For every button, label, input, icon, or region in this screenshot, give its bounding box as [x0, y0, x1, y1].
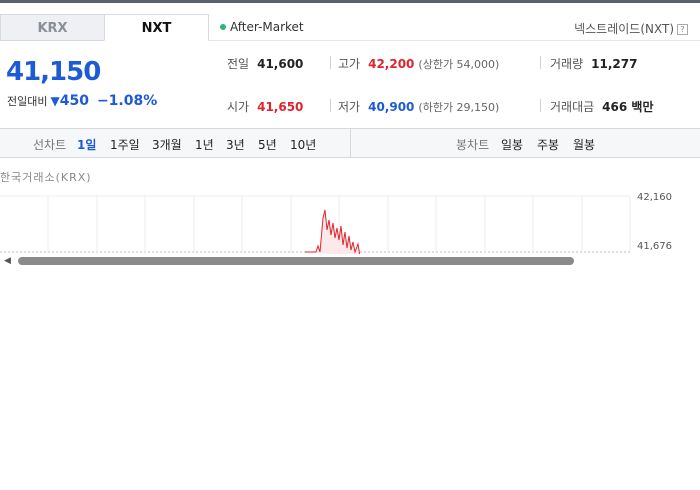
stat-divider — [330, 56, 331, 69]
stat-label: 저가 — [338, 100, 361, 114]
nxt-info-link[interactable]: 넥스트레이드(NXT)? — [574, 20, 688, 37]
tab-nxt[interactable]: NXT — [104, 14, 209, 41]
period-1y[interactable]: 1년 — [195, 136, 214, 153]
change-value: 450 — [59, 93, 89, 109]
period-3y[interactable]: 3년 — [226, 136, 245, 153]
intraday-chart: 42,160 41,676 — [0, 190, 700, 256]
period-1d[interactable]: 1일 — [77, 136, 96, 153]
horizontal-scrollbar[interactable]: ◀ — [0, 254, 700, 268]
price-change-row: 전일대비 ▼450 −1.08% — [7, 93, 157, 109]
stat-value: 466 백만 — [602, 100, 654, 114]
current-price: 41,150 — [6, 57, 101, 87]
down-triangle-icon: ▼ — [50, 94, 60, 108]
chart-title: 한국거래소(KRX) — [0, 171, 92, 184]
status-dot-icon — [220, 24, 226, 30]
stat-open: 시가 41,650 — [227, 98, 303, 115]
period-daily-candle[interactable]: 일봉 — [501, 136, 523, 153]
stat-lower-limit: (하한가 29,150) — [418, 101, 500, 114]
period-weekly-candle[interactable]: 주봉 — [537, 136, 559, 153]
market-status-text: After-Market — [230, 20, 304, 34]
change-percent: −1.08% — [96, 93, 158, 109]
period-divider — [350, 129, 351, 157]
stat-upper-limit: (상한가 54,000) — [418, 58, 500, 71]
period-3m[interactable]: 3개월 — [152, 136, 182, 153]
stat-value: 41,650 — [257, 100, 304, 114]
y-label-high: 42,160 — [637, 192, 672, 203]
stat-label: 전일 — [227, 57, 250, 71]
stat-label: 거래량 — [550, 57, 584, 71]
tab-underline — [209, 40, 700, 41]
stat-label: 고가 — [338, 57, 361, 71]
stat-value: 42,200 — [368, 57, 415, 71]
scroll-left-arrow-icon[interactable]: ◀ — [4, 256, 11, 266]
period-5y[interactable]: 5년 — [258, 136, 277, 153]
candle-chart-label: 봉차트 — [456, 138, 490, 152]
stat-label: 시가 — [227, 100, 250, 114]
stat-value: 41,600 — [257, 57, 304, 71]
stat-divider — [540, 99, 541, 112]
chart-period-bar: 선차트 1일 1주일 3개월 1년 3년 5년 10년 봉차트 일봉 주봉 월봉 — [0, 128, 700, 158]
nxt-link-text[interactable]: 넥스트레이드(NXT) — [574, 22, 674, 36]
top-border — [0, 0, 700, 3]
stat-turnover: 거래대금 466 백만 — [550, 98, 653, 115]
stat-high: 고가 42,200 (상한가 54,000) — [338, 55, 499, 72]
stat-value: 11,277 — [591, 57, 638, 71]
chart-svg: 42,160 41,676 — [0, 192, 672, 256]
help-icon[interactable]: ? — [677, 24, 688, 35]
stat-divider — [330, 99, 331, 112]
scrollbar-thumb[interactable] — [18, 257, 574, 265]
exchange-tabs: KRX NXT — [0, 14, 210, 41]
price-line — [305, 209, 361, 256]
line-chart-label: 선차트 — [33, 138, 67, 152]
tab-krx[interactable]: KRX — [0, 14, 105, 41]
stat-divider — [540, 56, 541, 69]
y-label-low: 41,676 — [637, 241, 672, 252]
period-1w[interactable]: 1주일 — [110, 136, 140, 153]
stat-prev-close: 전일 41,600 — [227, 55, 303, 72]
stat-label: 거래대금 — [550, 100, 595, 114]
change-label: 전일대비 — [7, 95, 48, 108]
stat-value: 40,900 — [368, 100, 415, 114]
stat-volume: 거래량 11,277 — [550, 55, 637, 72]
stat-low: 저가 40,900 (하한가 29,150) — [338, 98, 499, 115]
period-monthly-candle[interactable]: 월봉 — [573, 136, 595, 153]
market-status: After-Market — [220, 20, 304, 34]
period-10y[interactable]: 10년 — [290, 136, 316, 153]
